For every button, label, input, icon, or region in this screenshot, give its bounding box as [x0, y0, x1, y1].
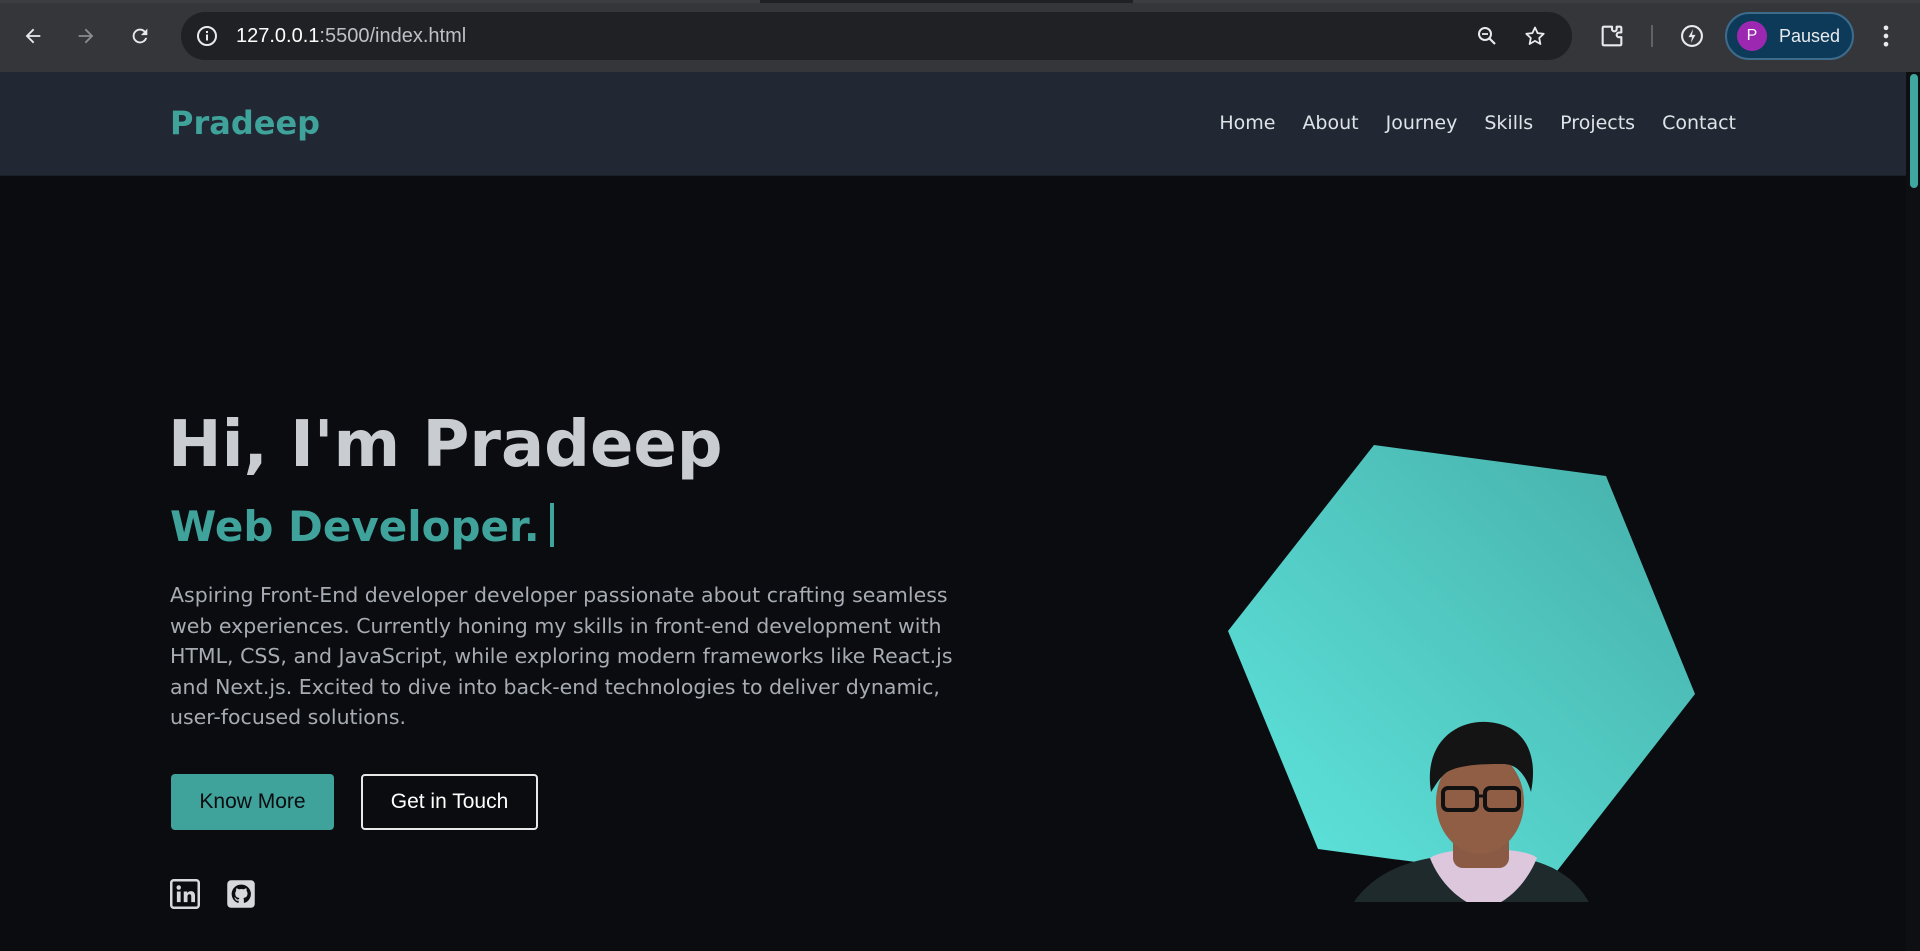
profile-hexagon [1225, 442, 1705, 950]
address-bar[interactable]: 127.0.0.1:5500/index.html [181, 12, 1572, 60]
reload-icon [132, 28, 148, 44]
back-button[interactable] [16, 19, 50, 53]
performance-icon[interactable] [1678, 22, 1706, 50]
github-icon[interactable] [226, 879, 256, 909]
linkedin-icon[interactable] [170, 879, 200, 909]
forward-icon [78, 28, 94, 44]
nav-about[interactable]: About [1302, 112, 1358, 134]
toolbar-divider [1651, 25, 1653, 47]
nav-skills[interactable]: Skills [1484, 112, 1533, 134]
extensions-icon[interactable] [1598, 22, 1626, 50]
forward-button[interactable] [69, 19, 103, 53]
hero-subtitle: Web Developer. [170, 502, 554, 551]
tab-strip-edge [0, 0, 1920, 3]
profile-status: Paused [1779, 25, 1841, 46]
info-icon[interactable] [195, 24, 219, 48]
nav-contact[interactable]: Contact [1662, 112, 1736, 134]
get-in-touch-button[interactable]: Get in Touch [361, 774, 538, 830]
page-scrollbar[interactable] [1906, 72, 1920, 951]
hero-title: Hi, I'm Pradeep [168, 408, 723, 482]
typing-cursor [549, 503, 554, 547]
know-more-button[interactable]: Know More [171, 774, 334, 830]
nav-journey[interactable]: Journey [1386, 112, 1458, 134]
main-nav: Home About Journey Skills Projects Conta… [1219, 112, 1736, 134]
brand-logo[interactable]: Pradeep [170, 104, 320, 142]
star-icon[interactable] [1523, 24, 1547, 48]
typed-text: Web Developer. [170, 502, 540, 551]
site-header: Pradeep Home About Journey Skills Projec… [0, 72, 1906, 176]
profile-photo [1228, 445, 1695, 950]
nav-projects[interactable]: Projects [1560, 112, 1635, 134]
zoom-icon[interactable] [1475, 24, 1499, 48]
browser-toolbar: 127.0.0.1:5500/index.html P Paused [0, 0, 1920, 72]
url-text[interactable]: 127.0.0.1:5500/index.html [236, 24, 466, 48]
reload-button[interactable] [123, 19, 157, 53]
hero-description: Aspiring Front-End developer developer p… [170, 583, 953, 729]
nav-home[interactable]: Home [1219, 112, 1275, 134]
menu-kebab-icon[interactable] [1872, 22, 1900, 50]
back-icon [25, 28, 41, 44]
profile-avatar: P [1737, 21, 1767, 51]
page-viewport: Pradeep Home About Journey Skills Projec… [0, 72, 1920, 951]
profile-button[interactable]: P Paused [1725, 12, 1854, 60]
scrollbar-thumb[interactable] [1910, 74, 1918, 188]
